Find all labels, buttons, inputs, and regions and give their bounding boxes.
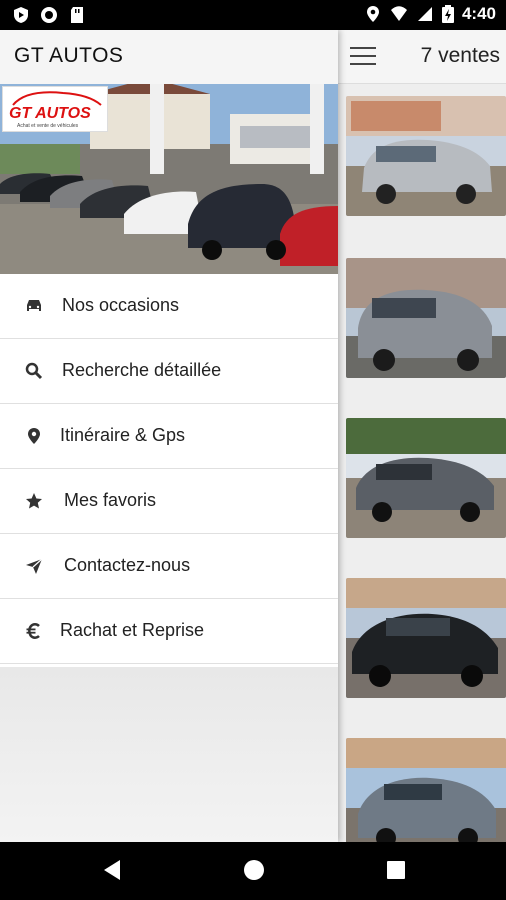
listing-pane: 7 ventes [338, 30, 506, 842]
car-listing-5[interactable] [346, 738, 506, 842]
drawer-menu: Nos occasions Recherche détaillée Itinér… [0, 274, 338, 664]
star-icon [26, 493, 42, 509]
record-icon [41, 7, 57, 23]
company-logo: GT AUTOS Achat et vente de véhicules [2, 86, 108, 132]
car-listing-2[interactable] [346, 258, 506, 378]
menu-item-nos-occasions[interactable]: Nos occasions [0, 274, 338, 339]
car-photo [346, 738, 506, 842]
euro-icon [26, 623, 40, 639]
menu-item-contact[interactable]: Contactez-nous [0, 534, 338, 599]
recents-icon[interactable] [386, 860, 406, 880]
status-time: 4:40 [461, 4, 496, 23]
dealership-photo: GT AUTOS Achat et vente de véhicules [0, 84, 338, 274]
navigation-drawer: GT AUTOS GT AUTOS Achat et vente de véhi… [0, 30, 338, 842]
signal-icon [417, 7, 432, 21]
menu-icon[interactable] [350, 47, 376, 67]
menu-item-rachat[interactable]: Rachat et Reprise [0, 599, 338, 664]
wifi-icon [390, 6, 407, 21]
location-icon [366, 6, 379, 22]
drawer-footer [0, 667, 338, 842]
location-pin-icon [28, 428, 40, 444]
car-icon [27, 300, 41, 311]
menu-item-favoris[interactable]: Mes favoris [0, 469, 338, 534]
car-listing-4[interactable] [346, 578, 506, 698]
sd-card-icon [71, 7, 83, 23]
home-icon[interactable] [242, 858, 266, 882]
car-listing-1[interactable] [346, 96, 506, 216]
car-photo [346, 96, 506, 216]
send-icon [26, 558, 43, 574]
shield-play-icon [14, 7, 28, 23]
car-listing-3[interactable] [346, 418, 506, 538]
status-bar: 4:40 [0, 0, 506, 30]
drawer-header: GT AUTOS [0, 30, 338, 84]
listing-header: 7 ventes [338, 30, 506, 84]
system-nav-bar [0, 842, 506, 900]
menu-item-recherche[interactable]: Recherche détaillée [0, 339, 338, 404]
app-title: GT AUTOS [14, 44, 124, 67]
car-photo [346, 578, 506, 698]
battery-icon [441, 5, 454, 23]
back-icon[interactable] [102, 859, 122, 881]
car-photo [346, 258, 506, 378]
menu-item-itineraire[interactable]: Itinéraire & Gps [0, 404, 338, 469]
search-icon [25, 362, 43, 380]
car-photo [346, 418, 506, 538]
listing-count: 7 ventes [420, 44, 500, 67]
